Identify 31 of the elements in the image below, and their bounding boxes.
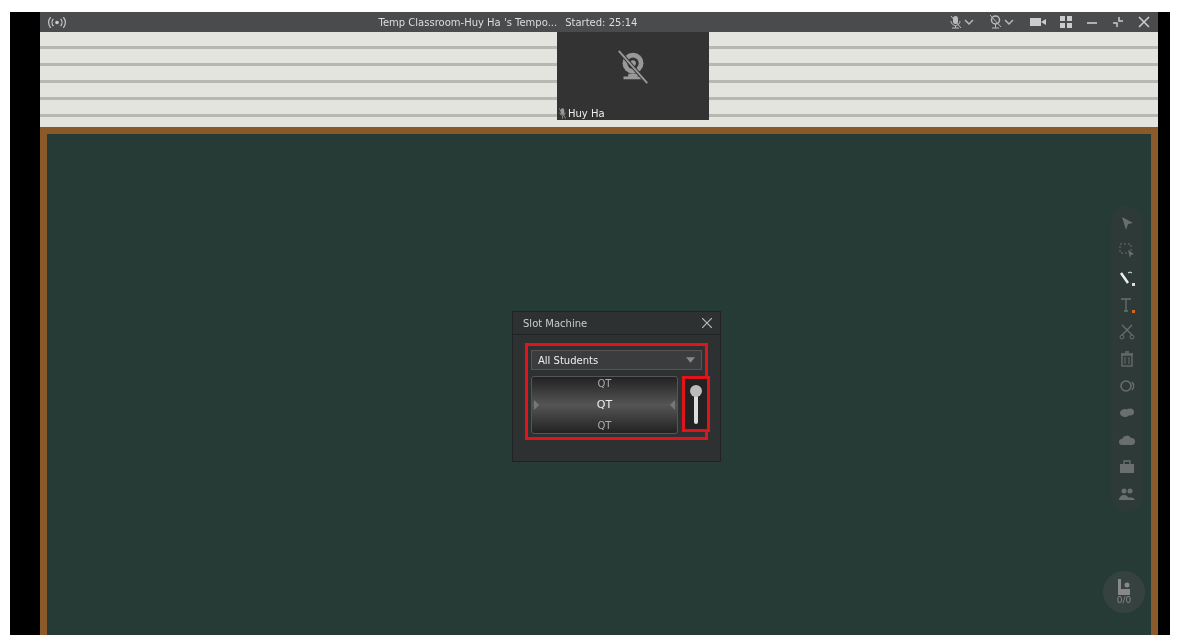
restore-icon[interactable] [1112,16,1124,28]
scissors-icon[interactable] [1119,324,1135,340]
close-icon[interactable] [1138,16,1150,28]
text-icon[interactable] [1119,297,1135,313]
dialog-title: Slot Machine [523,317,588,329]
pointer-right-icon [670,400,675,410]
raised-hand-count: 0/0 [1116,595,1132,605]
reel-entry: QT [597,377,612,391]
muted-microphone-icon [559,108,566,119]
raised-hand-icon [1117,579,1131,595]
selection-icon[interactable] [1119,243,1135,259]
webcam-dropdown-icon[interactable] [990,15,1016,29]
broadcast-icon [48,16,66,28]
lever-handle[interactable] [689,382,703,426]
grid-layout-icon[interactable] [1060,16,1072,28]
participant-name: Huy Ha [568,108,605,119]
users-icon[interactable] [1119,486,1135,502]
pen-icon[interactable] [1119,270,1135,286]
student-dropdown[interactable]: All Students [531,350,702,370]
pointer-left-icon [534,400,539,410]
dropdown-arrow-icon [686,357,695,363]
shape-icon[interactable] [1119,378,1135,394]
video-camera-icon[interactable] [1030,16,1046,28]
toolbox-icon[interactable] [1119,459,1135,475]
elapsed-time: Started: 25:14 [565,16,638,28]
microphone-dropdown-icon[interactable] [950,15,976,29]
reel-entry: QT [597,419,612,433]
reel-entry: QT [596,398,613,412]
close-icon[interactable] [702,318,712,328]
trash-icon[interactable] [1119,351,1135,367]
window-title: Temp Classroom-Huy Ha 's Tempo... [378,16,558,28]
